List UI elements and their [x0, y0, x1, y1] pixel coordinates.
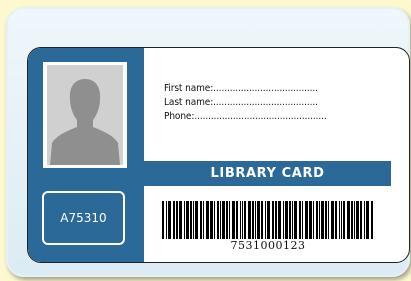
first-name-field: First name:.............................…: [164, 82, 396, 96]
photo-frame: [43, 62, 127, 168]
card-title: LIBRARY CARD: [210, 166, 325, 181]
phone-label: Phone:: [164, 111, 195, 122]
first-name-label: First name:: [164, 83, 214, 94]
last-name-dots: ......................................: [213, 97, 318, 108]
card-title-band: LIBRARY CARD: [144, 161, 391, 186]
phone-dots: ........................................…: [194, 111, 327, 122]
first-name-dots: ......................................: [213, 83, 318, 94]
card-id-number: A75310: [42, 191, 125, 245]
phone-field: Phone:..................................…: [164, 110, 396, 124]
card-face: A75310 First name:......................…: [27, 47, 410, 263]
card-side-panel: A75310: [28, 48, 144, 262]
person-silhouette-icon: [47, 65, 123, 165]
barcode-number: 7531000123: [230, 239, 306, 252]
last-name-label: Last name:: [164, 97, 214, 108]
last-name-field: Last name:..............................…: [164, 96, 396, 110]
card-fields: First name:.............................…: [164, 82, 396, 124]
library-card: A75310 First name:......................…: [6, 7, 410, 277]
barcode-icon: [162, 201, 373, 239]
